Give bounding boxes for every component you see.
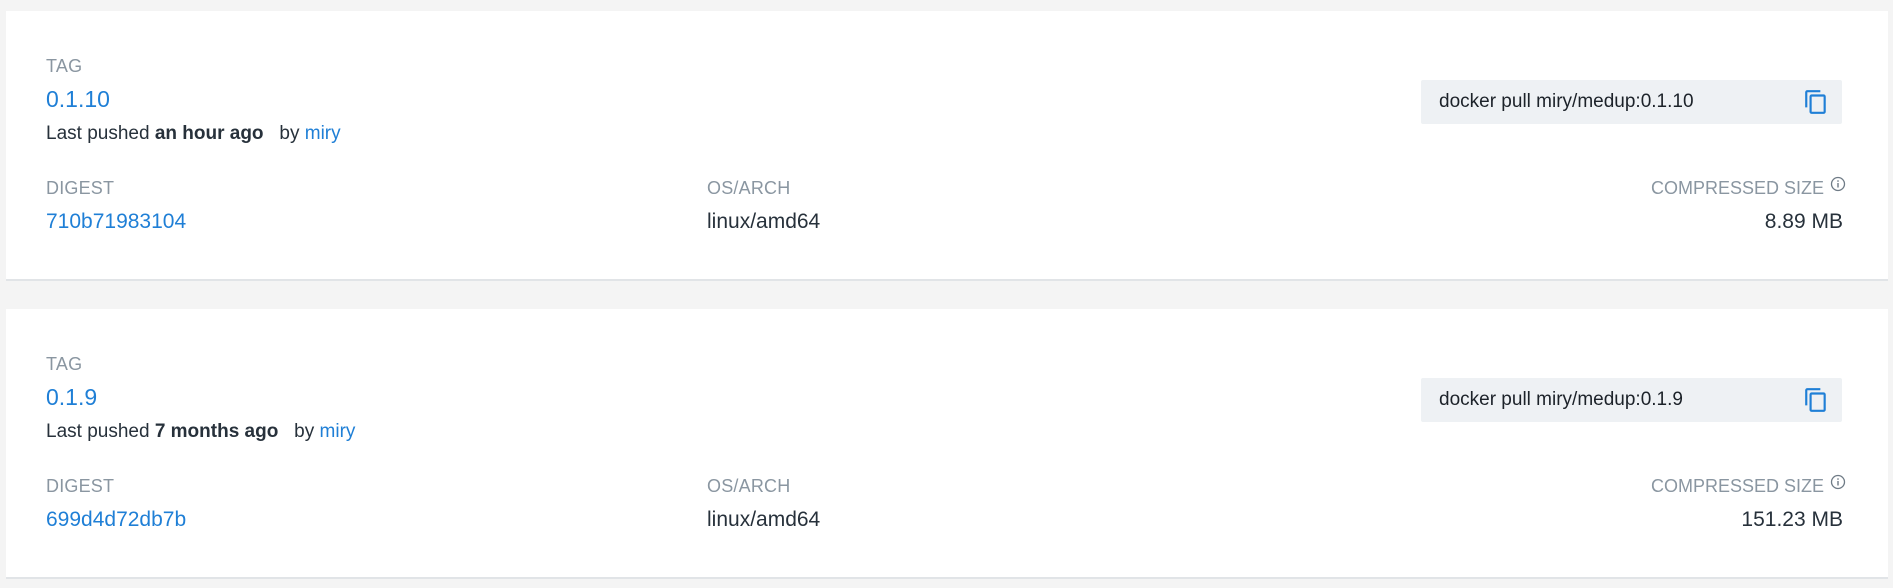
compressed-size-header: COMPRESSED SIZE xyxy=(1650,176,1846,199)
compressed-size-label: COMPRESSED SIZE xyxy=(1650,178,1824,198)
pull-command-box: docker pull miry/medup:0.1.10 xyxy=(1421,80,1842,124)
compressed-size-header: COMPRESSED SIZE xyxy=(1650,474,1846,497)
last-pushed-info: Last pushed 7 months ago by miry xyxy=(46,421,355,443)
copy-icon[interactable] xyxy=(1803,89,1829,115)
tag-card: TAG 0.1.10 Last pushed an hour ago by mi… xyxy=(6,11,1888,281)
digest-label: DIGEST xyxy=(46,178,115,198)
digest-link[interactable]: 699d4d72db7b xyxy=(46,508,186,532)
by-label: by xyxy=(279,123,300,144)
os-arch-value: linux/amd64 xyxy=(707,508,821,531)
by-label: by xyxy=(294,421,315,442)
tag-label: TAG xyxy=(46,354,83,374)
pull-command-box: docker pull miry/medup:0.1.9 xyxy=(1421,378,1842,422)
tag-name-link[interactable]: 0.1.10 xyxy=(46,86,110,113)
os-arch-label: OS/ARCH xyxy=(707,476,791,496)
tag-card: TAG 0.1.9 Last pushed 7 months ago by mi… xyxy=(6,309,1888,579)
compressed-size-label: COMPRESSED SIZE xyxy=(1650,476,1824,496)
os-arch-label: OS/ARCH xyxy=(707,178,791,198)
os-arch-value: linux/amd64 xyxy=(707,210,821,233)
pushed-time: 7 months ago xyxy=(154,421,279,442)
tag-label: TAG xyxy=(46,56,83,76)
last-pushed-info: Last pushed an hour ago by miry xyxy=(46,123,341,145)
compressed-size-value: 8.89 MB xyxy=(1764,210,1843,233)
pushed-by-user-link[interactable]: miry xyxy=(320,421,356,442)
digest-link[interactable]: 710b71983104 xyxy=(46,210,186,234)
tag-list: TAG 0.1.10 Last pushed an hour ago by mi… xyxy=(0,0,1893,588)
compressed-size-value: 151.23 MB xyxy=(1741,508,1843,531)
last-pushed-label: Last pushed xyxy=(46,123,150,144)
digest-label: DIGEST xyxy=(46,476,115,496)
last-pushed-label: Last pushed xyxy=(46,421,150,442)
tag-name-link[interactable]: 0.1.9 xyxy=(46,384,97,411)
pull-command-text: docker pull miry/medup:0.1.10 xyxy=(1439,91,1694,112)
info-icon[interactable] xyxy=(1830,474,1846,490)
pushed-time: an hour ago xyxy=(154,123,264,144)
copy-icon[interactable] xyxy=(1803,387,1829,413)
pushed-by-user-link[interactable]: miry xyxy=(305,123,341,144)
pull-command-text: docker pull miry/medup:0.1.9 xyxy=(1439,389,1683,410)
info-icon[interactable] xyxy=(1830,176,1846,192)
